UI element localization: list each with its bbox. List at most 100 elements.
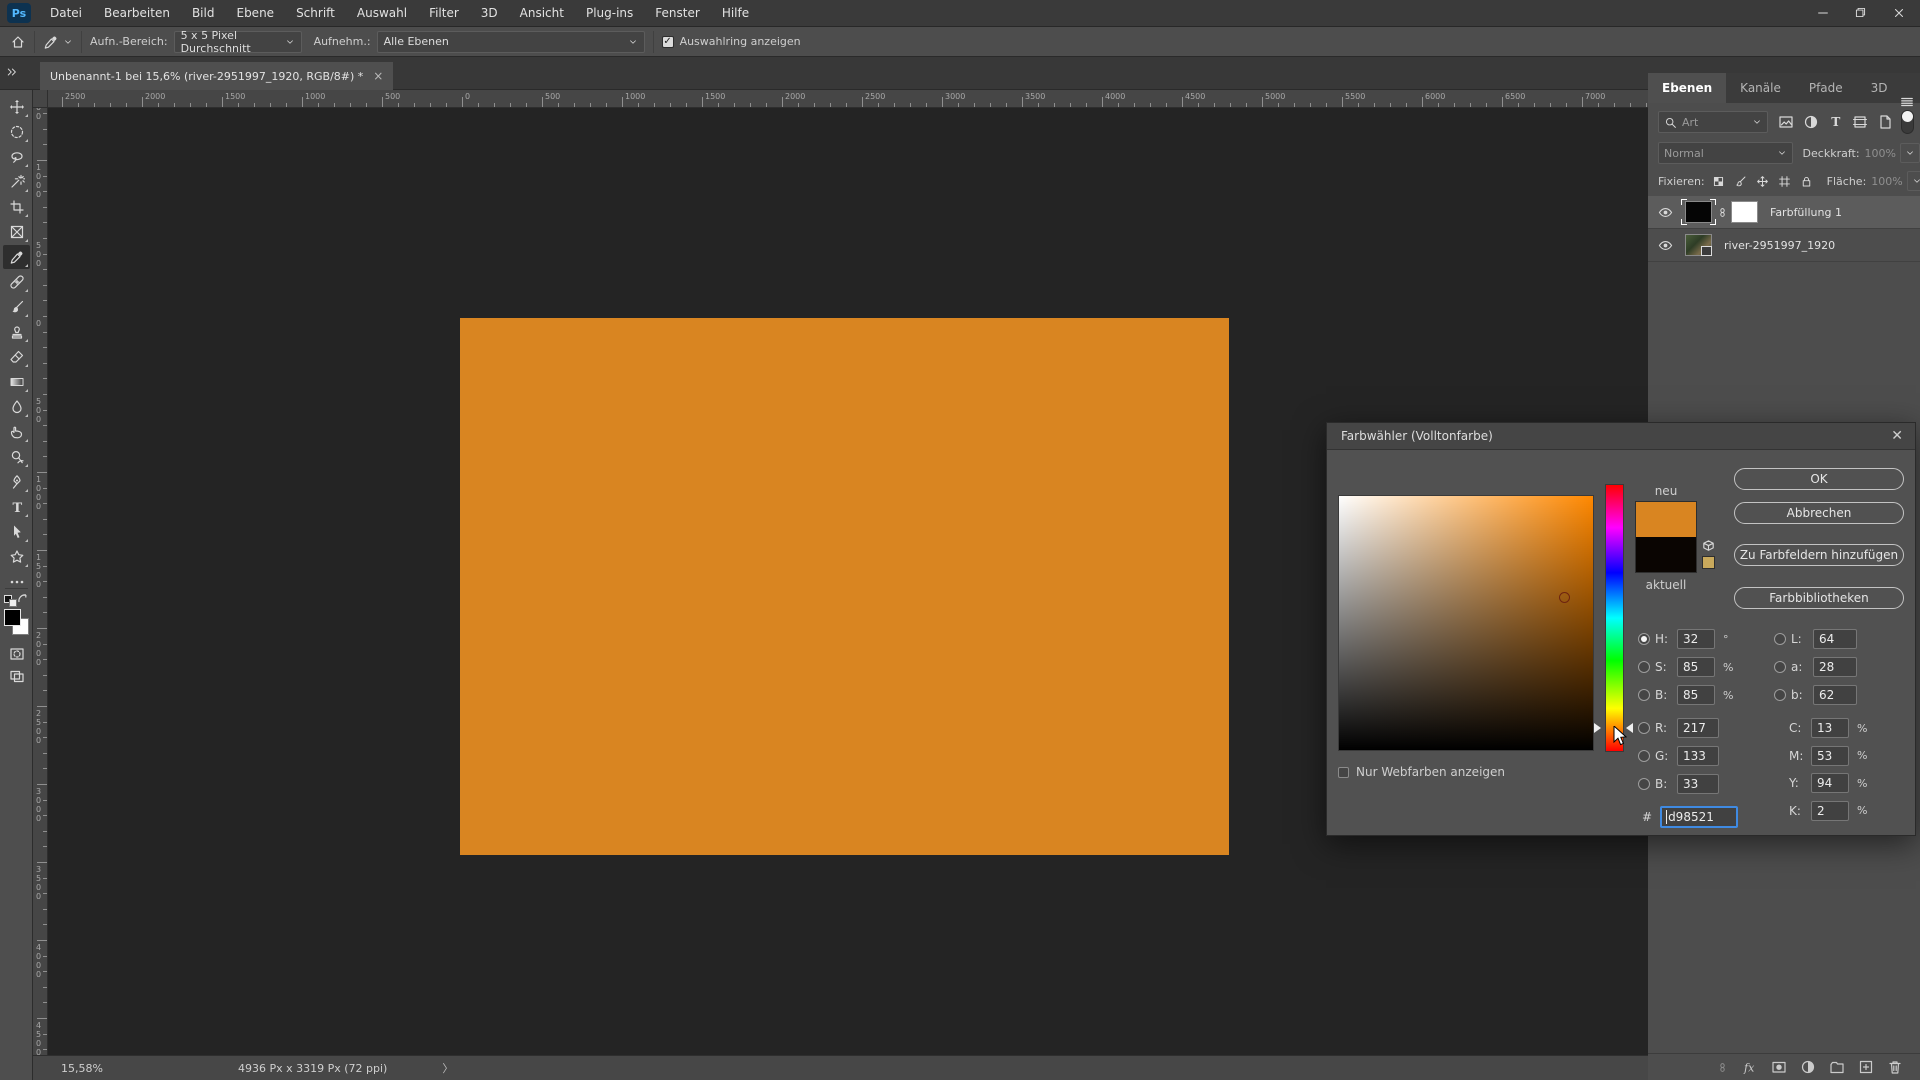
layer-row[interactable]: river-2951997_1920	[1648, 229, 1920, 262]
layer-row[interactable]: Farbfüllung 1	[1648, 196, 1920, 229]
layer-name[interactable]: river-2951997_1920	[1724, 239, 1835, 252]
web-safe-color-chip[interactable]	[1702, 556, 1715, 569]
cmyk-m-input[interactable]: 53	[1811, 745, 1849, 766]
adjustment-icon[interactable]	[1800, 1059, 1816, 1075]
chevron-down-icon[interactable]	[63, 37, 73, 47]
vertical-ruler[interactable]: 1500 1000 500 0 500 1000 1500 2000 2500 3000 3500 4…	[33, 108, 48, 1055]
panel-menu-icon[interactable]	[1900, 95, 1914, 109]
eyedropper-tool[interactable]	[3, 245, 30, 269]
trash-icon[interactable]	[1887, 1059, 1903, 1075]
link-icon[interactable]	[1716, 1061, 1729, 1074]
document-tab[interactable]: Unbenannt-1 bei 15,6% (river-2951997_192…	[40, 62, 394, 90]
sample-size-select[interactable]: 5 x 5 Pixel Durchschnitt	[173, 29, 302, 55]
hue-slider-marker-left[interactable]	[1594, 723, 1601, 733]
foreground-background-swatches[interactable]	[4, 609, 32, 637]
image-layer-thumbnail[interactable]	[1685, 234, 1712, 256]
clone-stamp-tool[interactable]	[3, 320, 30, 344]
pen-tool[interactable]	[3, 470, 30, 494]
menu-item-fenster[interactable]: Fenster	[644, 0, 711, 27]
healing-brush-tool[interactable]	[3, 270, 30, 294]
mask-icon[interactable]	[1771, 1059, 1787, 1075]
lock-icon[interactable]	[1800, 175, 1813, 188]
folder-icon[interactable]	[1829, 1059, 1845, 1075]
tab-3d[interactable]: 3D	[1857, 73, 1902, 103]
document-artboard[interactable]	[460, 318, 1229, 855]
hsb-s-radio[interactable]	[1638, 661, 1650, 673]
foreground-color-swatch[interactable]	[4, 609, 21, 626]
checkerboard-icon[interactable]	[1712, 175, 1725, 188]
hsb-h-input[interactable]: 32	[1677, 629, 1715, 649]
hsb-b-radio[interactable]	[1638, 689, 1650, 701]
rgb-r-radio[interactable]	[1638, 722, 1650, 734]
gradient-tool[interactable]	[3, 370, 30, 394]
lab-l-input[interactable]: 64	[1813, 629, 1857, 649]
path-select-tool[interactable]	[3, 520, 30, 544]
restore-icon[interactable]	[1854, 6, 1870, 22]
frame-tool[interactable]	[3, 220, 30, 244]
adjustment-icon[interactable]	[1803, 114, 1819, 130]
rgb-b-radio[interactable]	[1638, 778, 1650, 790]
menu-item-plugins[interactable]: Plug-ins	[575, 0, 644, 27]
new-layer-icon[interactable]	[1858, 1059, 1874, 1075]
smartobject-icon[interactable]	[1877, 114, 1893, 130]
current-color-swatch[interactable]	[1636, 537, 1696, 572]
fill-dropdown[interactable]	[1906, 171, 1920, 191]
filter-toggle[interactable]	[1901, 110, 1914, 134]
lab-b-input[interactable]: 62	[1813, 685, 1857, 705]
layer-mask-thumbnail[interactable]	[1731, 201, 1758, 223]
magic-wand-tool[interactable]	[3, 170, 30, 194]
layer-name[interactable]: Farbfüllung 1	[1770, 206, 1842, 219]
lab-a-radio[interactable]	[1774, 661, 1786, 673]
menu-item-ebene[interactable]: Ebene	[225, 0, 285, 27]
add-to-swatches-button[interactable]: Zu Farbfeldern hinzufügen	[1734, 544, 1904, 566]
eraser-tool[interactable]	[3, 345, 30, 369]
layer-visibility-eye-icon[interactable]	[1658, 238, 1673, 253]
opacity-value[interactable]: 100%	[1865, 147, 1896, 160]
cancel-button[interactable]: Abbrechen	[1734, 502, 1904, 524]
lab-a-input[interactable]: 28	[1813, 657, 1857, 677]
collapse-toolbar-icon[interactable]	[6, 66, 18, 78]
tab-kanle[interactable]: Kanäle	[1726, 73, 1795, 103]
hue-slider[interactable]	[1605, 484, 1624, 752]
menu-item-schrift[interactable]: Schrift	[285, 0, 346, 27]
menu-item-hilfe[interactable]: Hilfe	[711, 0, 760, 27]
type-icon[interactable]: T	[1828, 114, 1843, 130]
cmyk-c-input[interactable]: 13	[1811, 718, 1849, 738]
ellipsis-icon[interactable]	[3, 570, 30, 594]
cmyk-y-input[interactable]: 94	[1811, 773, 1849, 793]
lasso-tool[interactable]	[3, 145, 30, 169]
lab-b-radio[interactable]	[1774, 689, 1786, 701]
rgb-b-input[interactable]: 33	[1677, 774, 1719, 794]
default-colors-icon[interactable]	[4, 593, 28, 607]
rgb-g-input[interactable]: 133	[1677, 746, 1719, 766]
brush-tool[interactable]	[3, 295, 30, 319]
ok-button[interactable]: OK	[1734, 468, 1904, 490]
eyedropper-preset-icon[interactable]	[43, 34, 59, 50]
sample-layers-select[interactable]: Alle Ebenen	[376, 30, 645, 53]
layer-filter-select[interactable]: Art	[1658, 111, 1768, 133]
web-colors-checkbox[interactable]	[1338, 766, 1349, 778]
home-icon[interactable]	[10, 34, 26, 50]
web-gamut-warning-icon[interactable]	[1701, 539, 1716, 554]
brush-small-icon[interactable]	[1734, 175, 1747, 188]
menu-item-ansicht[interactable]: Ansicht	[509, 0, 575, 27]
cmyk-k-input[interactable]: 2	[1811, 800, 1849, 821]
blend-mode-select[interactable]: Normal	[1658, 142, 1793, 164]
lab-l-radio[interactable]	[1774, 633, 1786, 645]
move-tool[interactable]	[3, 95, 30, 119]
minimize-icon[interactable]	[1816, 6, 1832, 22]
color-libraries-button[interactable]: Farbbibliotheken	[1734, 587, 1904, 609]
tab-pfade[interactable]: Pfade	[1795, 73, 1857, 103]
ellipse-marquee-tool[interactable]	[3, 120, 30, 144]
screenmode-icon[interactable]	[3, 664, 30, 688]
saturation-brightness-field[interactable]	[1338, 495, 1594, 751]
opacity-dropdown[interactable]	[1900, 143, 1920, 163]
type-tool[interactable]: T	[3, 495, 30, 519]
dodge-tool[interactable]	[3, 445, 30, 469]
smudge-tool[interactable]	[3, 420, 30, 444]
frame-icon[interactable]	[1852, 114, 1868, 130]
menu-item-datei[interactable]: Datei	[39, 0, 93, 27]
hsb-b-input[interactable]: 85	[1677, 685, 1715, 705]
move-small-icon[interactable]	[1756, 175, 1769, 188]
blur-tool[interactable]	[3, 395, 30, 419]
